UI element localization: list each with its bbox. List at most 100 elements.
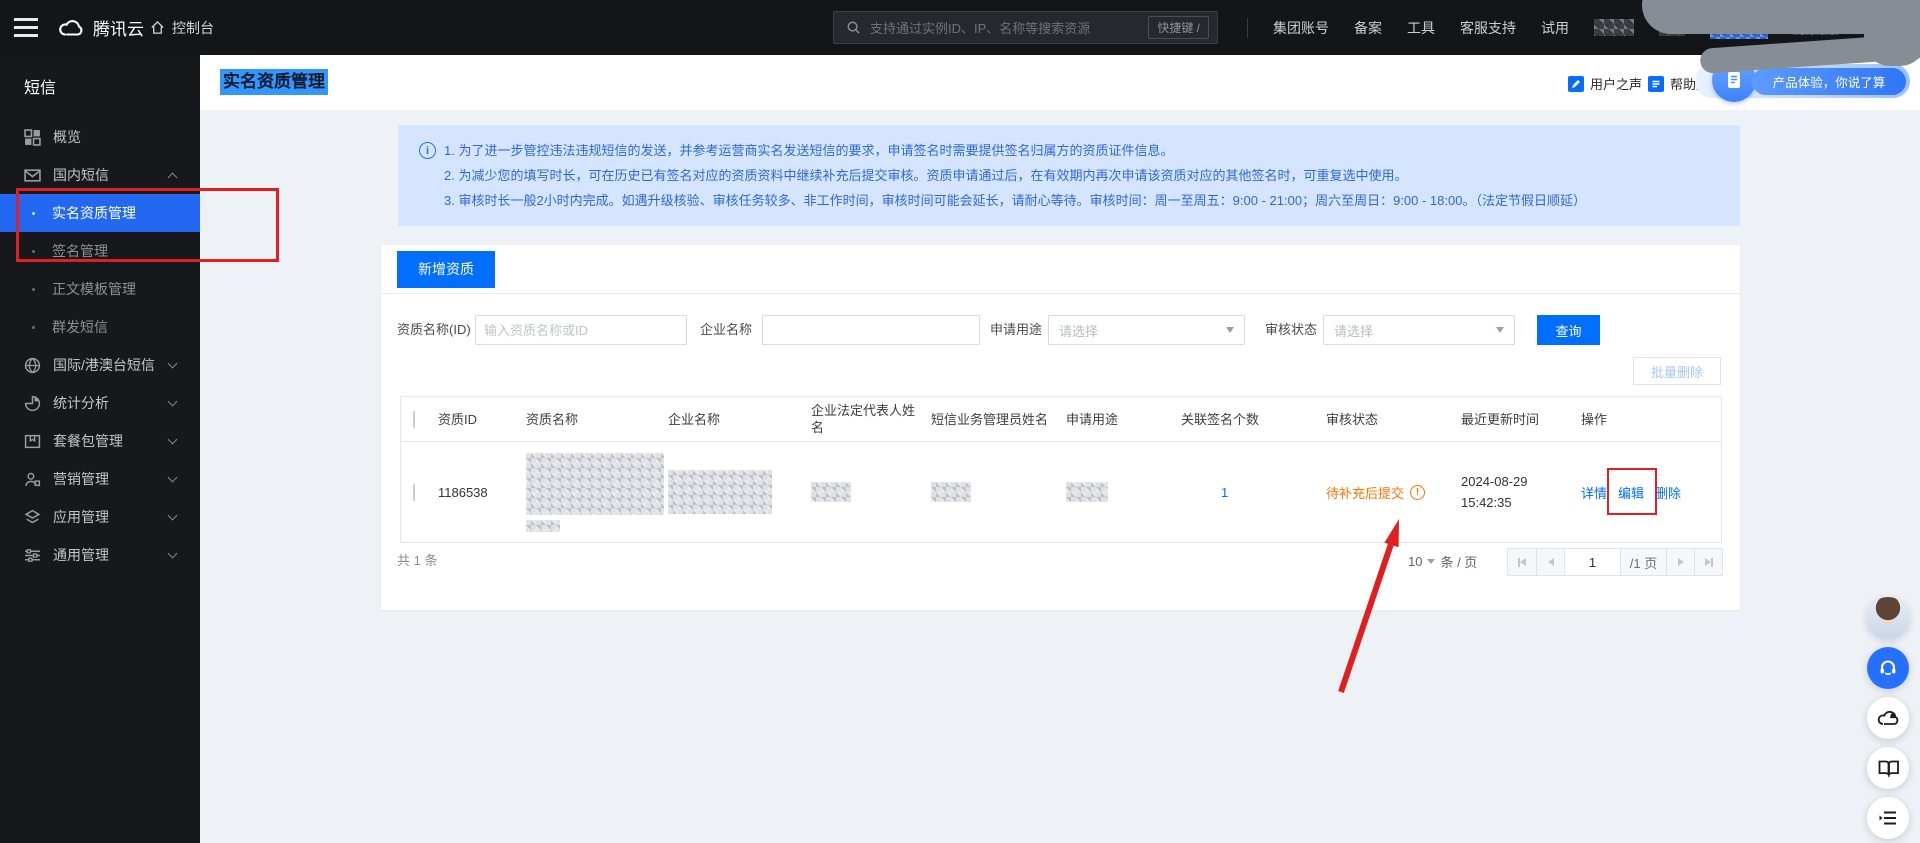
status-filter-select[interactable]: 请选择 <box>1323 315 1515 345</box>
nav-icp[interactable]: 备案 <box>1354 18 1382 38</box>
col-header-updated: 最近更新时间 <box>1461 411 1540 427</box>
sidebar-item-template-management[interactable]: 正文模板管理 <box>0 270 200 308</box>
global-search-input[interactable]: 支持通过实例ID、IP、名称等搜索资源 快捷键 / <box>833 11 1218 44</box>
sidebar-item-domestic-sms[interactable]: 国内短信 <box>0 156 200 194</box>
nav-trial[interactable]: 试用 <box>1541 18 1569 38</box>
redacted-name-block <box>526 519 560 532</box>
delete-link[interactable]: 删除 <box>1655 483 1681 502</box>
cell-admin-name <box>931 482 1066 502</box>
col-header-signature-count: 关联签名个数 <box>1181 411 1260 427</box>
notice-line-3: 3. 审核时长一般2小时内完成。如遇升级核验、审核任务较多、非工作时间，审核时间… <box>444 193 1586 208</box>
home-icon <box>151 20 164 34</box>
col-header-admin: 短信业务管理员姓名 <box>931 411 1049 427</box>
name-filter-input[interactable] <box>475 315 687 345</box>
table-row: 1186538 1 待补充后提交 ! 2024-08-29 15:42:35 详… <box>401 442 1721 542</box>
status-text: 待补充后提交 <box>1326 485 1405 501</box>
caret-down-icon <box>1496 327 1504 333</box>
censor-blob <box>1864 0 1920 66</box>
info-icon: i <box>419 142 436 159</box>
sidebar-item-bulk-sms[interactable]: 群发短信 <box>0 308 200 346</box>
sidebar-item-general-management[interactable]: 通用管理 <box>0 536 200 574</box>
notice-line-1: 1. 为了进一步管控违法违规短信的发送，并参考运营商实名发送短信的要求，申请签名… <box>444 143 1174 158</box>
usage-filter-select[interactable]: 请选择 <box>1048 315 1245 345</box>
hamburger-menu-icon[interactable] <box>14 18 38 37</box>
open-book-icon <box>1878 760 1899 778</box>
overview-icon <box>24 128 41 146</box>
cell-qualification-name <box>526 452 668 532</box>
sidebar-item-realname-qualification[interactable]: 实名资质管理 <box>0 194 200 232</box>
col-header-status: 审核状态 <box>1326 411 1379 427</box>
table-header-row: 资质ID 资质名称 企业名称 企业法定代表人姓名 短信业务管理员姓名 申请用途 … <box>401 397 1721 442</box>
pencil-icon <box>1568 75 1584 92</box>
detail-link[interactable]: 详情 <box>1581 483 1607 502</box>
sidebar-item-statistics[interactable]: 统计分析 <box>0 384 200 422</box>
caret-down-icon <box>1226 327 1234 333</box>
row-checkbox[interactable] <box>413 483 415 501</box>
pagination: 1 /1 页 <box>1507 548 1723 576</box>
cell-signature-count: 1 <box>1181 485 1326 500</box>
page-header: 实名资质管理 用户之声 帮助文档 产品体验，你说了算 <box>200 55 1920 110</box>
cell-company-name <box>668 470 811 514</box>
globe-icon <box>24 357 41 373</box>
list-icon <box>1879 811 1896 825</box>
cloud-bell-icon <box>1877 710 1899 725</box>
col-header-name: 资质名称 <box>526 411 579 427</box>
prev-page-button[interactable] <box>1536 549 1564 575</box>
qualification-table: 资质ID 资质名称 企业名称 企业法定代表人姓名 短信业务管理员姓名 申请用途 … <box>400 396 1722 543</box>
shortcut-badge: 快捷键 / <box>1148 16 1209 39</box>
topbar: 腾讯云 控制台 支持通过实例ID、IP、名称等搜索资源 快捷键 / 集团账号 备… <box>0 0 1920 55</box>
sidebar-item-signature-management[interactable]: 签名管理 <box>0 232 200 270</box>
sidebar-item-package-management[interactable]: 套餐包管理 <box>0 422 200 460</box>
console-link[interactable]: 控制台 <box>150 0 214 55</box>
tencent-cloud-logo[interactable]: 腾讯云 <box>58 0 144 55</box>
redacted-account-block <box>1594 19 1634 36</box>
nav-group-account[interactable]: 集团账号 <box>1273 18 1329 38</box>
status-filter-label: 审核状态 <box>1265 322 1318 337</box>
customer-service-button[interactable] <box>1867 647 1909 689</box>
notice-line-2: 2. 为减少您的填写时长，可在历史已有签名对应的资质资料中继续补充后提交审核。资… <box>444 168 1408 183</box>
redacted-text-block <box>1066 482 1108 502</box>
chevron-down-icon <box>167 434 178 445</box>
nav-tools[interactable]: 工具 <box>1407 18 1435 38</box>
promo-banner[interactable]: 产品体验，你说了算 <box>1752 68 1906 95</box>
feedback-list-button[interactable] <box>1867 797 1909 839</box>
query-button[interactable]: 查询 <box>1537 315 1600 345</box>
nav-divider <box>1247 17 1248 38</box>
chevron-up-icon <box>167 172 178 182</box>
signature-count-link[interactable]: 1 <box>1221 485 1228 500</box>
nav-support[interactable]: 客服支持 <box>1460 18 1516 38</box>
main-content: i 1. 为了进一步管控违法违规短信的发送，并参考运营商实名发送短信的要求，申请… <box>200 110 1920 843</box>
page-size-select[interactable]: 10 条 / 页 <box>1408 552 1477 571</box>
cell-updated-time: 2024-08-29 15:42:35 <box>1461 474 1528 510</box>
sidebar-item-marketing-management[interactable]: 营销管理 <box>0 460 200 498</box>
search-icon <box>847 21 860 34</box>
add-qualification-button[interactable]: 新增资质 <box>397 250 495 288</box>
sidebar-item-international-sms[interactable]: 国际/港澳台短信 <box>0 346 200 384</box>
current-page-input[interactable]: 1 <box>1564 549 1620 575</box>
caret-down-icon <box>1427 559 1436 564</box>
service-agent-avatar[interactable] <box>1867 597 1909 639</box>
headset-icon <box>1880 660 1896 676</box>
docs-button[interactable] <box>1867 747 1909 789</box>
usage-filter-label: 申请用途 <box>990 322 1043 337</box>
next-page-button[interactable] <box>1666 549 1694 575</box>
user-voice-link[interactable]: 用户之声 <box>1568 74 1642 93</box>
total-count: 共 1 条 <box>397 553 438 568</box>
last-page-button[interactable] <box>1694 549 1722 575</box>
sliders-icon <box>25 548 40 562</box>
sidebar-item-application-management[interactable]: 应用管理 <box>0 498 200 536</box>
company-filter-input[interactable] <box>762 315 980 345</box>
chevron-down-icon <box>167 472 178 483</box>
company-filter-label: 企业名称 <box>700 322 753 337</box>
cell-legal-rep <box>811 482 931 502</box>
batch-delete-button[interactable]: 批量删除 <box>1633 357 1721 385</box>
cloud-alert-button[interactable] <box>1867 697 1909 739</box>
total-pages-label: /1 页 <box>1620 549 1666 575</box>
redacted-company-block <box>668 470 772 514</box>
chevron-down-icon <box>167 510 178 521</box>
select-all-checkbox[interactable] <box>413 410 415 428</box>
first-page-button[interactable] <box>1508 549 1536 575</box>
package-icon <box>24 434 41 448</box>
edit-link[interactable]: 编辑 <box>1618 483 1644 502</box>
sidebar-item-overview[interactable]: 概览 <box>0 118 200 156</box>
